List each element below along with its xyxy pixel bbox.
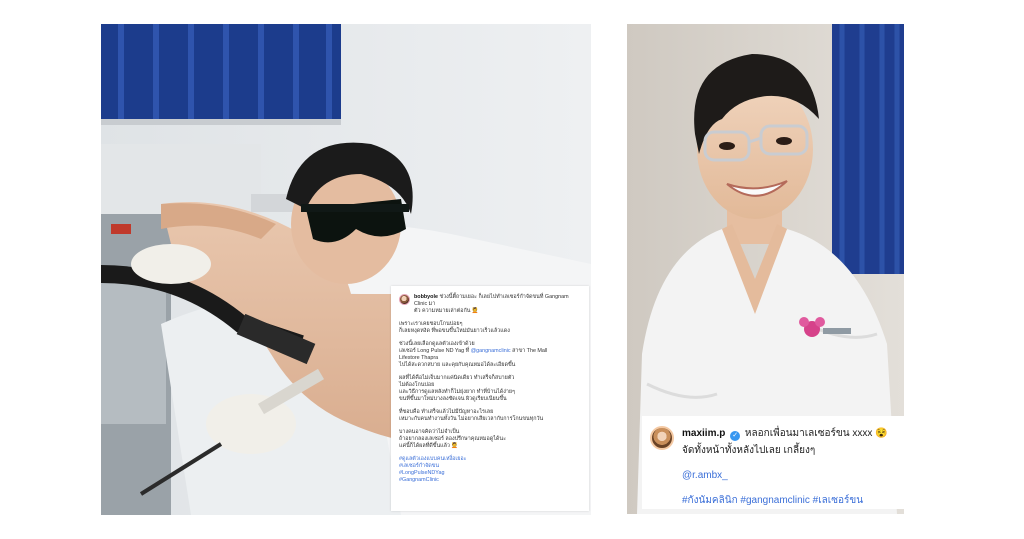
- hashtag-link[interactable]: #เลเซอร์กำจัดขน: [399, 463, 439, 469]
- paragraph: ผลที่ได้คือไม่เจ็บมากแค่นิดเดียว ทำเสร็จ…: [399, 375, 581, 403]
- hashtag-link[interactable]: #LongPulseNDYag: [399, 470, 444, 476]
- text-line: ถ้าอยากลองเลเซอร์ ลองปรึกษาคุณหมอดูได้นะ: [399, 436, 507, 442]
- left-post-caption: bobbyole ช่วงนี้ตี้ถามเยอะ ก็เลยไปทำเลเซ…: [391, 286, 589, 511]
- caption-text-2: จัดทั้งหน้าทั้งหลังไปเลย เกลี้ยงๆ: [682, 445, 816, 456]
- text-line: ขนที่ขึ้นมาใหม่บางลงชัดเจน ผิวดูเรียบเนี…: [399, 396, 507, 402]
- hashtag-link[interactable]: #GangnamClinic: [399, 477, 439, 483]
- hashtag-list[interactable]: #กังนัมคลินิก #gangnamclinic #เลเซอร์ขน: [682, 493, 896, 508]
- verified-badge-icon: ✓: [730, 431, 741, 441]
- text-line: ช่วงนี้เลยเลือกดูแลตัวเองเข้าด้วย: [399, 341, 475, 347]
- text-line: เพราะเราเคยชอบโกนบ่อยๆ: [399, 321, 463, 327]
- text-line: สาขา The Mall: [510, 348, 548, 354]
- text-line: ไปได้สะดวกสบาย และคุยกับคุณหมอได้ละเอียด…: [399, 362, 516, 368]
- mention-link[interactable]: @r.ambx_: [682, 470, 896, 481]
- right-post-caption: maxiim.p ✓ หลอกเพื่อนมาเลเซอร์ขน xxxx 😵 …: [642, 416, 904, 509]
- paragraph: ที่ชอบคือ ทำเสร็จแล้วไม่มีปัญหาอะไรเลย เ…: [399, 409, 581, 423]
- text-line: Lifestore Thapra: [399, 355, 439, 361]
- text-line: เหมาะกับคนทำงานทั้งวัน ไม่อยากเสียเวลากั…: [399, 416, 544, 422]
- text-line: ที่ชอบคือ ทำเสร็จแล้วไม่มีปัญหาอะไรเลย: [399, 409, 494, 415]
- text-line: บางคนอาจคิดว่าไม่จำเป็น: [399, 429, 460, 435]
- mention-link[interactable]: @gangnamclinic: [471, 348, 511, 354]
- hashtag-link[interactable]: #ดูแลตัวเองแบบคนเหงื่อเยอะ: [399, 456, 467, 462]
- intro-text: ช่วงนี้ตี้ถามเยอะ ก็เลยไปทำเลเซอร์กำจัดข…: [414, 294, 569, 307]
- avatar[interactable]: [650, 426, 674, 450]
- hashtag-list: #ดูแลตัวเองแบบคนเหงื่อเยอะ #เลเซอร์กำจัด…: [399, 456, 581, 484]
- avatar[interactable]: [399, 294, 410, 305]
- text-line: และวิธีการดูแลหลังทำก็ไม่ยุ่งยาก ทำที่บ้…: [399, 389, 515, 395]
- paragraph: เพราะเราเคยชอบโกนบ่อยๆ ก็เลยหงุดหงิด ที่…: [399, 321, 581, 335]
- text-line: ไม่ต้องโกนบ่อย: [399, 382, 435, 388]
- username[interactable]: maxiim.p: [682, 428, 725, 439]
- text-line: ผลที่ได้คือไม่เจ็บมากแค่นิดเดียว ทำเสร็จ…: [399, 375, 515, 381]
- text-line: แค่นี้ก็ได้ผลที่ดีขึ้นแล้ว 💆: [399, 443, 459, 449]
- caption-text: หลอกเพื่อนมาเลเซอร์ขน xxxx 😵: [744, 428, 888, 439]
- text-line: ก็เลยหงุดหงิด ที่พอขนขึ้นใหม่มันยาวเร็วแ…: [399, 328, 510, 334]
- paragraph: บางคนอาจคิดว่าไม่จำเป็น ถ้าอยากลองเลเซอร…: [399, 429, 581, 450]
- paragraph: ช่วงนี้เลยเลือกดูแลตัวเองเข้าด้วย เลเซอร…: [399, 341, 581, 369]
- username[interactable]: bobbyole: [414, 294, 438, 300]
- intro-text-2: ตัว ความหมายเล่าต่อกัน 💆: [414, 308, 479, 314]
- text-line: เลเซอร์ Long Pulse ND Yag ที่: [399, 348, 471, 354]
